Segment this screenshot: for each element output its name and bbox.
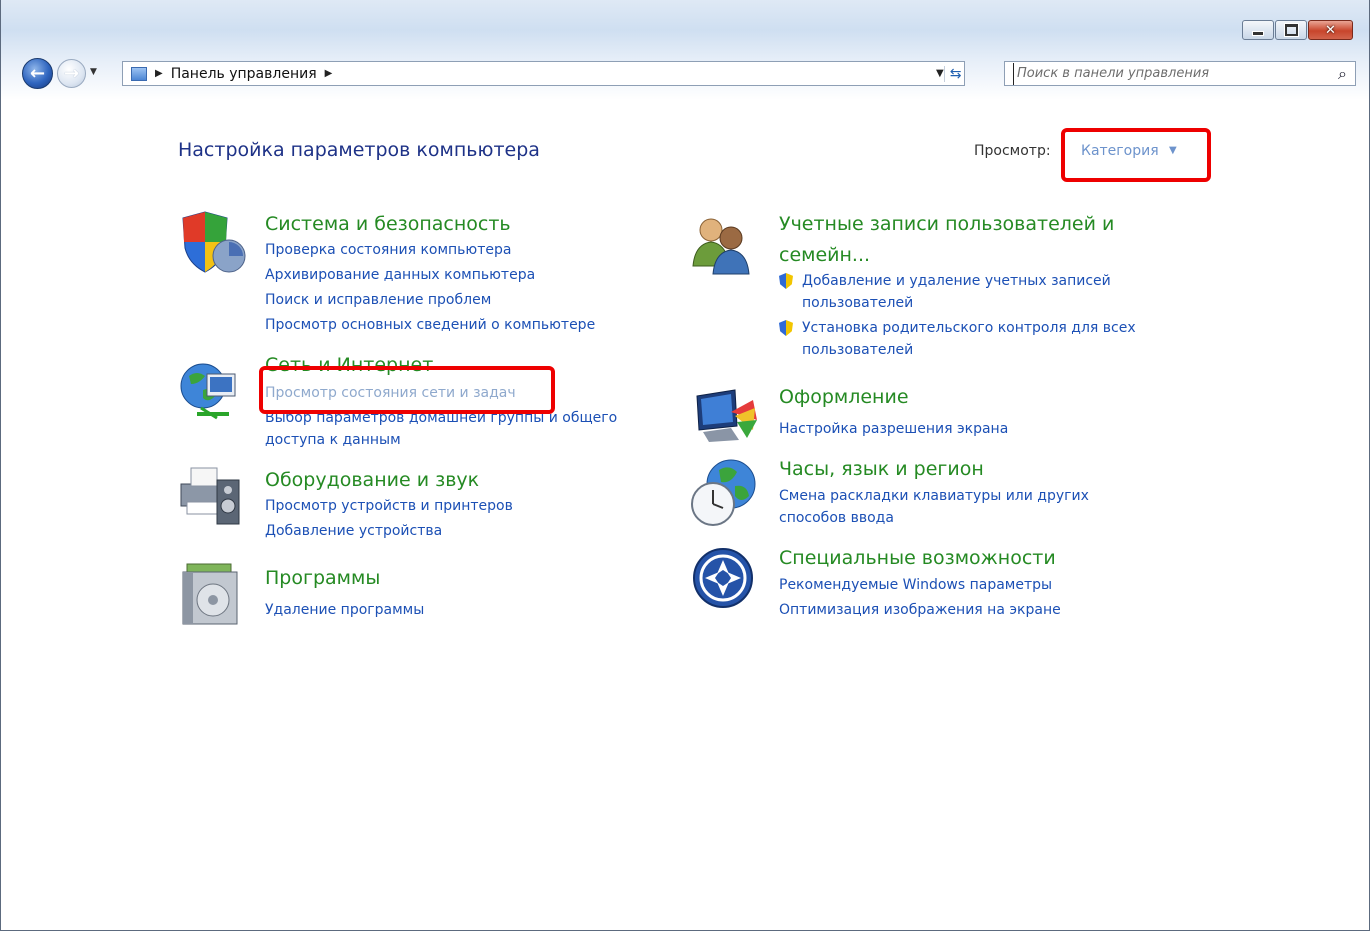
ease-of-access-icon[interactable] [691, 546, 755, 610]
link-backup[interactable]: Архивирование данных компьютера [265, 267, 535, 283]
link-uninstall-program[interactable]: Удаление программы [265, 602, 424, 618]
address-bar[interactable]: ▶ Панель управления ▶ ▼ ⇆ [122, 61, 965, 86]
link-add-device[interactable]: Добавление устройства [265, 523, 442, 539]
refresh-icon[interactable]: ⇆ [943, 65, 961, 82]
close-button[interactable]: ✕ [1308, 20, 1353, 40]
programs-icon[interactable] [177, 560, 247, 628]
link-system-info[interactable]: Просмотр основных сведений о компьютере [265, 317, 595, 333]
link-recommended-settings[interactable]: Рекомендуемые Windows параметры [779, 577, 1052, 593]
network-globe-icon[interactable] [177, 360, 247, 422]
category-hardware-title[interactable]: Оборудование и звук [265, 469, 479, 491]
search-box[interactable]: ⌕ [1004, 61, 1356, 86]
category-programs-title[interactable]: Программы [265, 567, 380, 589]
printer-speaker-icon[interactable] [177, 462, 247, 526]
recent-pages-dropdown-icon[interactable]: ▼ [90, 67, 97, 77]
category-clock-title[interactable]: Часы, язык и регион [779, 458, 984, 480]
link-add-remove-accounts-cont[interactable]: пользователей [802, 295, 913, 311]
control-panel-icon [131, 66, 147, 81]
category-accessibility-title[interactable]: Специальные возможности [779, 547, 1056, 569]
window-chrome: ✕ ← → ▼ ▶ Панель управления ▶ ▼ ⇆ ⌕ [1, 0, 1369, 100]
link-keyboard-layout-cont[interactable]: способов ввода [779, 510, 894, 526]
category-security-title[interactable]: Система и безопасность [265, 213, 511, 235]
link-optimize-display[interactable]: Оптимизация изображения на экране [779, 602, 1061, 618]
link-parental-controls[interactable]: Установка родительского контроля для все… [802, 320, 1136, 336]
link-troubleshoot[interactable]: Поиск и исправление проблем [265, 292, 491, 308]
highlight-network-status [259, 366, 555, 414]
control-panel-window: ✕ ← → ▼ ▶ Панель управления ▶ ▼ ⇆ ⌕ Наст… [0, 0, 1370, 931]
address-dropdown-icon[interactable]: ▼ [936, 68, 944, 79]
category-appearance-title[interactable]: Оформление [779, 386, 909, 408]
view-label: Просмотр: [974, 143, 1051, 159]
back-arrow-icon: ← [29, 62, 46, 84]
uac-shield-icon [779, 273, 793, 289]
link-keyboard-layout[interactable]: Смена раскладки клавиатуры или других [779, 488, 1089, 504]
forward-arrow-icon: → [63, 62, 80, 84]
appearance-monitor-icon[interactable] [691, 386, 761, 444]
clock-globe-icon[interactable] [689, 456, 761, 530]
link-screen-resolution[interactable]: Настройка разрешения экрана [779, 421, 1008, 437]
caption-buttons: ✕ [1242, 20, 1353, 40]
maximize-button[interactable] [1275, 20, 1307, 40]
category-accounts-title[interactable]: Учетные записи пользователей и [779, 213, 1114, 235]
shield-icon[interactable] [177, 210, 247, 274]
search-input[interactable] [1013, 62, 1319, 85]
minimize-icon [1252, 30, 1264, 36]
highlight-view-mode [1061, 128, 1211, 182]
breadcrumb-control-panel[interactable]: Панель управления [171, 66, 317, 82]
link-parental-controls-cont[interactable]: пользователей [802, 342, 913, 358]
uac-shield-icon [779, 320, 793, 336]
minimize-button[interactable] [1242, 20, 1274, 40]
close-icon: ✕ [1325, 22, 1336, 38]
search-icon[interactable]: ⌕ [1338, 64, 1347, 84]
link-add-remove-accounts[interactable]: Добавление и удаление учетных записей [802, 273, 1111, 289]
link-devices-printers[interactable]: Просмотр устройств и принтеров [265, 498, 513, 514]
category-accounts-title-cont[interactable]: семейн... [779, 244, 870, 266]
page-title: Настройка параметров компьютера [178, 139, 540, 161]
maximize-icon [1284, 24, 1298, 36]
forward-button[interactable]: → [57, 59, 86, 88]
link-homegroup-cont[interactable]: доступа к данным [265, 432, 401, 448]
address-controls: ▼ ⇆ [922, 62, 964, 85]
breadcrumb-separator-icon[interactable]: ▶ [155, 68, 163, 79]
breadcrumb-separator-icon[interactable]: ▶ [325, 68, 333, 79]
back-button[interactable]: ← [22, 58, 53, 89]
users-icon[interactable] [691, 210, 755, 276]
link-check-computer-status[interactable]: Проверка состояния компьютера [265, 242, 511, 258]
